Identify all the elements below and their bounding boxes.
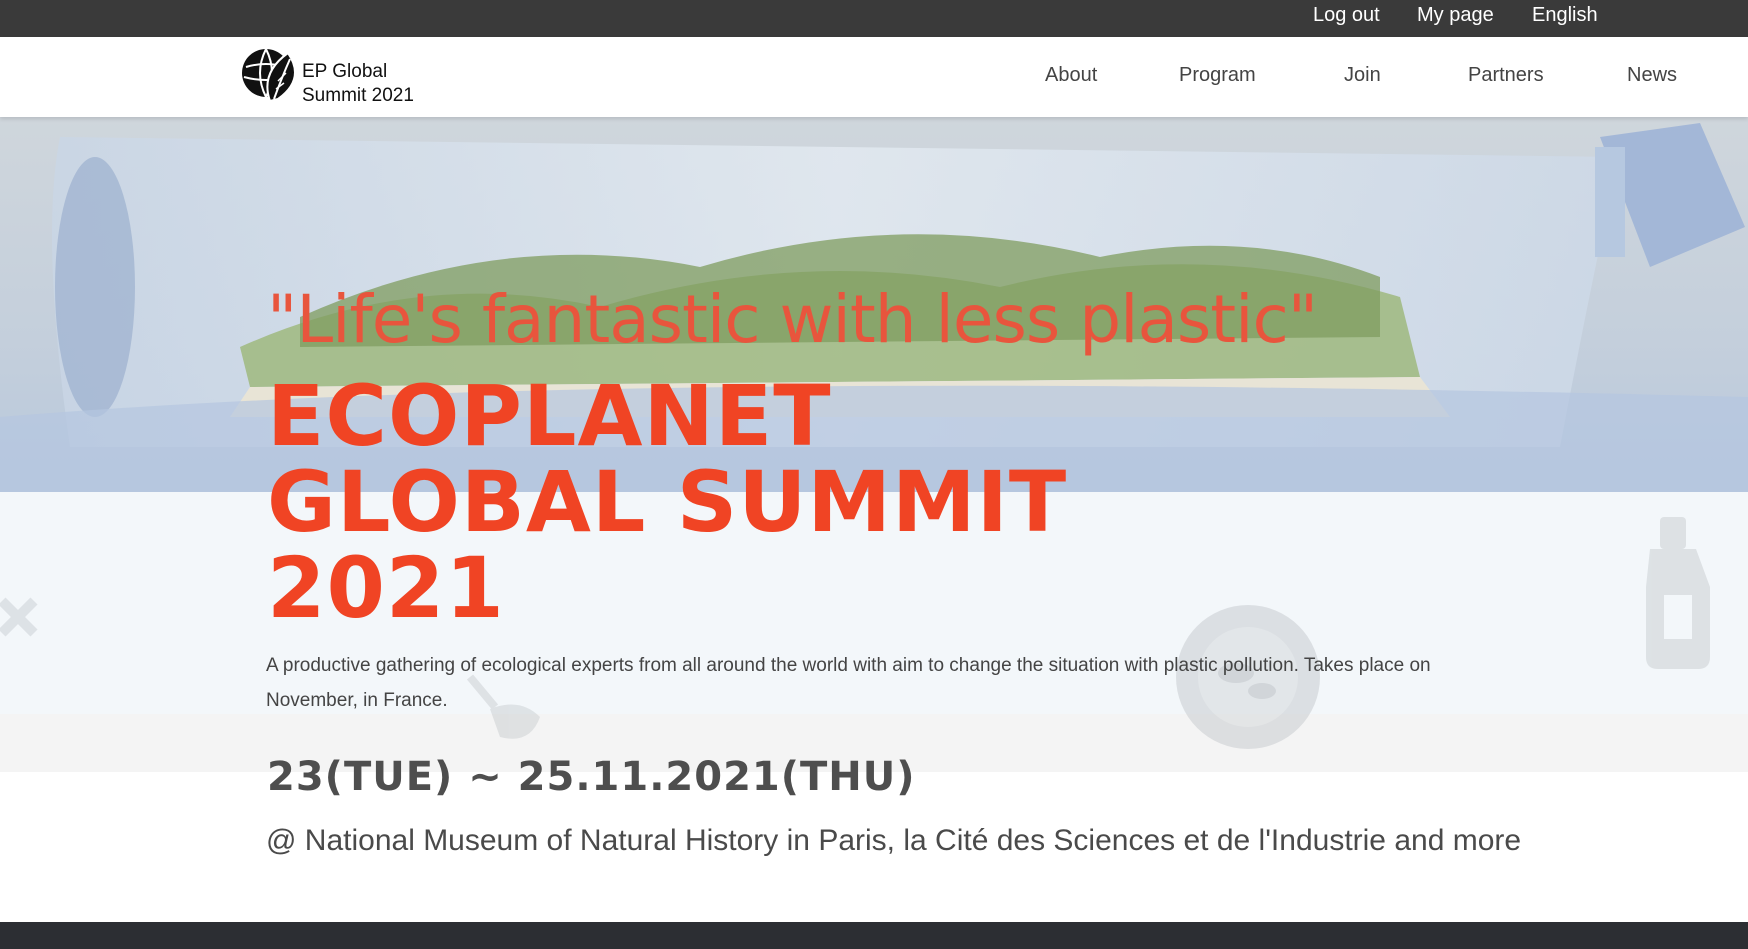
event-venue: @ National Museum of Natural History in … <box>266 824 1522 857</box>
site-logo[interactable]: EP Global Summit 2021 <box>240 43 460 107</box>
mypage-link[interactable]: My page <box>1417 3 1494 27</box>
nav-news[interactable]: News <box>1627 63 1677 87</box>
hero-description: A productive gathering of ecological exp… <box>266 655 1431 711</box>
hero-title-line-3: 2021 <box>267 539 505 637</box>
logo-text: EP Global Summit 2021 <box>302 60 414 108</box>
event-dates: 23(TUE) ~ 25.11.2021(THU) <box>267 754 916 800</box>
hero-title-line-1: ECOPLANET <box>267 367 832 465</box>
language-selector[interactable]: English <box>1532 3 1598 27</box>
hero-title-line-2: GLOBAL SUMMIT <box>267 453 1068 551</box>
nav-program[interactable]: Program <box>1179 63 1256 87</box>
hero-title: ECOPLANET GLOBAL SUMMIT 2021 <box>267 373 1167 631</box>
hero-section: "Life's fantastic with less plastic" ECO… <box>0 117 1748 862</box>
main-header: EP Global Summit 2021 About Program Join… <box>0 37 1748 117</box>
hero-slogan: "Life's fantastic with less plastic" <box>267 281 1318 358</box>
logo-line-1: EP Global <box>302 61 388 82</box>
logout-link[interactable]: Log out <box>1313 3 1380 27</box>
nav-about[interactable]: About <box>1045 63 1097 87</box>
footer-bar <box>0 922 1748 949</box>
nav-join[interactable]: Join <box>1344 63 1381 87</box>
top-utility-bar: Log out My page English <box>0 0 1748 37</box>
logo-line-2: Summit 2021 <box>302 85 414 106</box>
nav-partners[interactable]: Partners <box>1468 63 1544 87</box>
globe-leaf-logo-icon <box>242 48 297 103</box>
